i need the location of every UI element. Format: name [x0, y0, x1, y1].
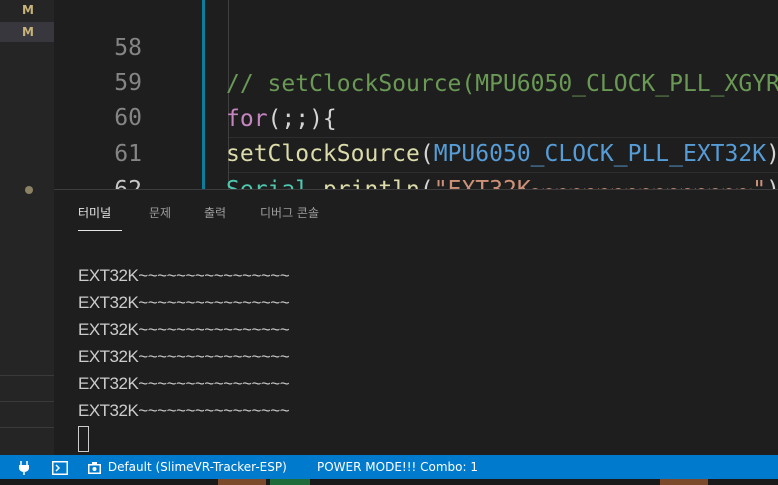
code-line[interactable]: 60 setClockSource(MPU6050_CLOCK_PLL_EXT3… — [54, 64, 778, 167]
taskbar-item[interactable] — [270, 479, 310, 485]
tab-problems[interactable]: 문제 — [149, 204, 171, 221]
environment-label: Default (SlimeVR-Tracker-ESP) — [107, 460, 287, 474]
code-line[interactable]: 59 for(;;){ — [54, 29, 778, 132]
taskbar-item[interactable] — [218, 479, 266, 485]
terminal-line: EXT32K~~~~~~~~~~~~~~~~ — [78, 266, 290, 285]
terminal-line: EXT32K~~~~~~~~~~~~~~~~ — [78, 320, 290, 339]
environment-selector[interactable]: Default (SlimeVR-Tracker-ESP) — [88, 455, 287, 479]
tab-debug-console[interactable]: 디버그 콘솔 — [260, 204, 319, 221]
terminal-line: EXT32K~~~~~~~~~~~~~~~~ — [78, 347, 290, 366]
environment-icon — [88, 460, 108, 474]
file-row[interactable]: M — [0, 0, 54, 20]
terminal-line: EXT32K~~~~~~~~~~~~~~~~ — [78, 374, 290, 393]
code-line[interactable]: 61 Serial.println("EXT32K~~~~~~~~~~~~~~~… — [54, 100, 778, 189]
tab-terminal[interactable]: 터미널 — [78, 204, 111, 221]
modified-badge: M — [22, 25, 34, 39]
taskbar-item[interactable] — [660, 479, 708, 485]
modified-badge: M — [22, 3, 34, 17]
code-editor[interactable]: 58 // setClockSource(MPU6050_CLOCK_PLL_X… — [54, 0, 778, 189]
power-mode-status[interactable]: POWER MODE!!! Combo: 1 — [317, 455, 478, 479]
terminal-line: EXT32K~~~~~~~~~~~~~~~~ — [78, 401, 290, 420]
terminal-line: EXT32K~~~~~~~~~~~~~~~~ — [78, 293, 290, 312]
code-line[interactable]: 58 // setClockSource(MPU6050_CLOCK_PLL_X… — [54, 0, 778, 97]
sidebar-divider — [0, 401, 54, 402]
plug-icon[interactable] — [18, 455, 30, 479]
sidebar-divider — [0, 427, 54, 428]
terminal-cursor — [78, 426, 89, 452]
tab-output[interactable]: 출력 — [204, 204, 226, 221]
unsaved-dot-icon — [25, 186, 33, 194]
code-line-active[interactable]: 62 delay(100); — [54, 136, 778, 189]
terminal-icon[interactable] — [52, 455, 68, 479]
status-bar: Default (SlimeVR-Tracker-ESP) POWER MODE… — [0, 455, 778, 479]
sidebar-divider — [0, 375, 54, 376]
file-row-selected[interactable]: M — [0, 22, 54, 42]
taskbar-strip — [0, 479, 778, 485]
code-line[interactable]: 63 } — [54, 171, 778, 189]
active-tab-indicator — [78, 230, 122, 231]
bottom-panel: 터미널 문제 출력 디버그 콘솔 EXT32K~~~~~~~~~~~~~~~~ … — [54, 189, 778, 456]
explorer-sidebar: M M — [0, 0, 55, 455]
